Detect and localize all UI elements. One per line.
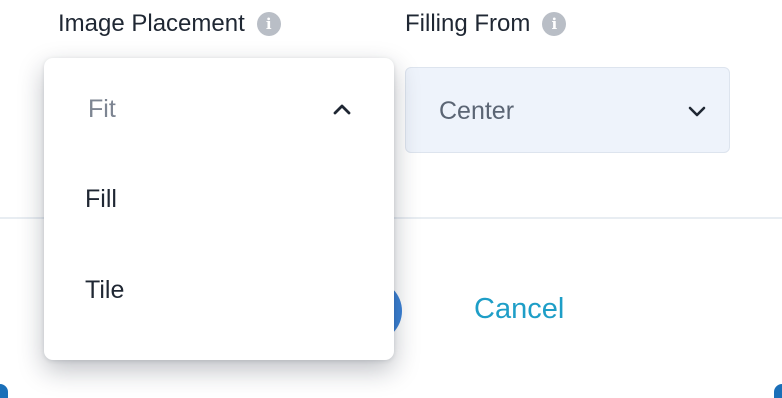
info-icon[interactable]: i	[256, 12, 281, 36]
dropdown-option-label: Tile	[85, 276, 125, 304]
filling-from-select[interactable]: Center	[405, 67, 730, 153]
image-placement-select[interactable]: Fit	[44, 58, 394, 158]
cancel-button[interactable]: Cancel	[474, 291, 564, 327]
filling-from-label: Filling From	[405, 10, 531, 37]
dropdown-option-fill[interactable]: Fill	[44, 163, 394, 235]
filling-from-value: Center	[439, 97, 515, 125]
chevron-up-icon	[333, 104, 351, 115]
image-placement-dropdown: Fit Fill Tile	[44, 58, 394, 360]
image-placement-label-row: Image Placement i	[58, 8, 281, 40]
dropdown-option-label: Fill	[85, 185, 117, 213]
filling-from-label-row: Filling From i	[405, 8, 567, 40]
info-icon[interactable]: i	[542, 12, 567, 36]
image-placement-label: Image Placement	[58, 10, 245, 37]
dialog-corner-left	[0, 384, 8, 398]
dropdown-option-tile[interactable]: Tile	[44, 254, 394, 326]
image-placement-selected-value: Fit	[88, 95, 116, 123]
dialog-corner-right	[774, 384, 782, 398]
chevron-down-icon	[688, 106, 706, 117]
